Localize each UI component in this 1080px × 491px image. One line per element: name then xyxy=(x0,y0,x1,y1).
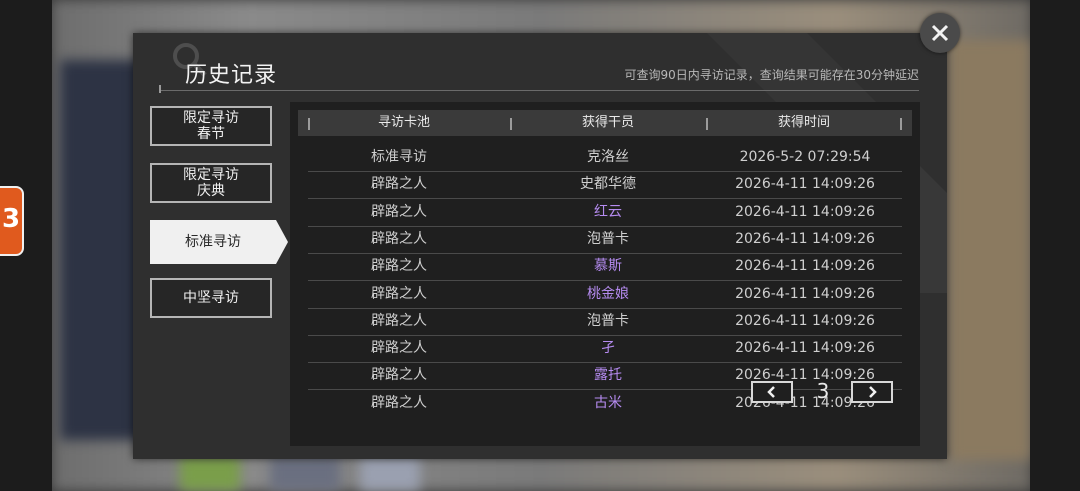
table-row: 辟路之人 泡普卡 2026-4-11 14:09:26 xyxy=(308,308,902,336)
cell-operator: 红云 xyxy=(594,203,622,220)
right-edge-bar xyxy=(1030,0,1080,491)
header-tick xyxy=(159,85,161,93)
cell-pool: 辟路之人 xyxy=(371,285,427,302)
header-time: 获得时间 xyxy=(777,115,830,130)
tab-limited-celebration[interactable]: 限定寻访 庆典 xyxy=(150,163,272,203)
chevron-left-icon xyxy=(767,386,775,398)
cell-pool: 辟路之人 xyxy=(371,203,427,220)
cell-pool: 辟路之人 xyxy=(371,312,427,329)
cell-operator: 孑 xyxy=(601,340,615,357)
cell-pool: 标准寻访 xyxy=(371,149,427,165)
tab-label-line1: 限定寻访 xyxy=(183,167,239,183)
cell-pool: 辟路之人 xyxy=(371,394,427,411)
tab-core[interactable]: 中坚寻访 xyxy=(150,278,272,318)
cell-operator: 古米 xyxy=(594,394,622,411)
cell-time: 2026-4-11 14:09:26 xyxy=(735,312,875,329)
table-row: 标准寻访 克洛丝 2026-5-2 07:29:54 xyxy=(308,144,902,172)
cell-pool: 辟路之人 xyxy=(371,230,427,247)
tab-standard[interactable]: 标准寻访 xyxy=(150,220,288,264)
cell-operator: 泡普卡 xyxy=(587,312,629,329)
tab-label: 中坚寻访 xyxy=(183,290,239,306)
cell-operator: 泡普卡 xyxy=(587,230,629,247)
modal-title: 历史记录 xyxy=(185,63,278,88)
query-notice: 可查询90日内寻访记录，查询结果可能存在30分钟延迟 xyxy=(624,68,919,82)
chevron-right-icon xyxy=(869,386,877,398)
cell-time: 2026-4-11 14:09:26 xyxy=(735,340,875,357)
table-header: 寻访卡池 获得干员 获得时间 xyxy=(298,110,912,136)
table-row: 辟路之人 红云 2026-4-11 14:09:26 xyxy=(308,199,902,227)
cell-pool: 辟路之人 xyxy=(371,258,427,275)
tab-label-line2: 春节 xyxy=(197,126,225,142)
close-icon xyxy=(931,24,949,42)
table-row: 辟路之人 慕斯 2026-4-11 14:09:26 xyxy=(308,253,902,282)
tab-label: 标准寻访 xyxy=(185,234,241,250)
header-operator: 获得干员 xyxy=(581,115,634,130)
table-row: 辟路之人 泡普卡 2026-4-11 14:09:26 xyxy=(308,226,902,254)
table-row: 辟路之人 史都华德 2026-4-11 14:09:26 xyxy=(308,171,902,200)
tab-limited-spring[interactable]: 限定寻访 春节 xyxy=(150,106,272,146)
header-pool: 寻访卡池 xyxy=(377,115,430,130)
cell-operator: 桃金娘 xyxy=(587,285,629,302)
tab-label-line2: 庆典 xyxy=(197,183,225,199)
cell-pool: 辟路之人 xyxy=(371,176,427,193)
header-separator xyxy=(900,118,902,130)
history-modal: 历史记录 可查询90日内寻访记录，查询结果可能存在30分钟延迟 限定寻访 春节 … xyxy=(133,33,947,459)
table-row: 辟路之人 孑 2026-4-11 14:09:26 xyxy=(308,335,902,364)
close-button[interactable] xyxy=(920,13,960,53)
cell-operator: 露托 xyxy=(594,367,622,384)
table-row: 辟路之人 桃金娘 2026-4-11 14:09:26 xyxy=(308,281,902,309)
cell-time: 2026-4-11 14:09:26 xyxy=(735,203,875,220)
cell-time: 2026-4-11 14:09:26 xyxy=(735,176,875,193)
cell-operator: 史都华德 xyxy=(580,176,636,193)
cell-operator: 慕斯 xyxy=(594,258,622,275)
header-divider xyxy=(161,90,919,91)
cell-time: 2026-5-2 07:29:54 xyxy=(739,149,871,165)
cell-pool: 辟路之人 xyxy=(371,340,427,357)
page-number: 3 xyxy=(816,379,830,403)
side-badge: 3 xyxy=(0,186,24,256)
cell-time: 2026-4-11 14:09:26 xyxy=(735,230,875,247)
tab-label-line1: 限定寻访 xyxy=(183,110,239,126)
cell-pool: 辟路之人 xyxy=(371,367,427,384)
active-tab-pointer xyxy=(276,220,288,264)
cell-time: 2026-4-11 14:09:26 xyxy=(735,258,875,275)
next-page-button[interactable] xyxy=(851,381,893,403)
prev-page-button[interactable] xyxy=(751,381,793,403)
cell-operator: 克洛丝 xyxy=(587,149,629,165)
cell-time: 2026-4-11 14:09:26 xyxy=(735,285,875,302)
